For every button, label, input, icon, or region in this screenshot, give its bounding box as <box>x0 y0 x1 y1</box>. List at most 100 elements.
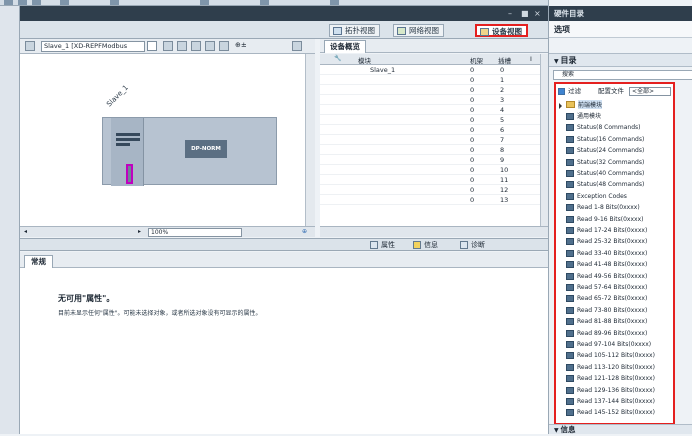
properties-icon <box>370 241 378 249</box>
table-row[interactable]: 09 <box>320 155 540 165</box>
tab-diagnostics[interactable]: 诊断 <box>460 240 485 250</box>
overview-hscroll[interactable] <box>320 226 548 237</box>
toolbar-icon[interactable] <box>330 0 339 5</box>
catalog-item[interactable]: Exception Codes <box>566 191 627 202</box>
device-icon <box>480 28 489 36</box>
dp-norm-module[interactable]: DP-NORM <box>185 140 227 158</box>
page-icon[interactable] <box>205 41 215 51</box>
filter-checkbox[interactable] <box>558 88 565 95</box>
catalog-item[interactable]: Read 137-144 Bits(0xxxx) <box>566 396 655 407</box>
zoom-fit-icon[interactable]: ⊕ <box>302 228 307 235</box>
catalog-item[interactable]: Read 33-40 Bits(0xxxx) <box>566 248 647 259</box>
options-section[interactable]: 选项 <box>549 21 692 38</box>
table-row[interactable]: 0 11 <box>320 175 540 185</box>
device-canvas[interactable]: Slave_1 DP-NORM <box>20 54 315 226</box>
catalog-item[interactable]: Read 113-120 Bits(0xxxx) <box>566 362 655 373</box>
catalog-item[interactable]: Read 97-104 Bits(0xxxx) <box>566 339 651 350</box>
table-row[interactable]: 04 <box>320 105 540 115</box>
tab-info[interactable]: 信息 <box>413 240 438 250</box>
column-module[interactable]: 模块 <box>358 55 371 65</box>
toolbar-icon[interactable] <box>60 0 69 5</box>
folder-label[interactable]: 前端模块 <box>578 100 603 109</box>
profile-select[interactable]: <全部> <box>629 87 671 96</box>
toolbar-icon[interactable] <box>4 0 13 5</box>
expand-icon[interactable] <box>559 103 562 109</box>
catalog-item[interactable]: Read 129-136 Bits(0xxxx) <box>566 385 655 396</box>
catalog-item[interactable]: Status(32 Commands) <box>566 157 644 168</box>
scroll-left-icon[interactable]: ◂ <box>24 228 27 235</box>
column-slot[interactable]: 插槽 <box>498 55 511 65</box>
column-io[interactable]: I <box>530 55 532 63</box>
device-icon[interactable] <box>25 41 35 51</box>
table-row[interactable]: Slave_1 0 0 <box>320 65 540 75</box>
table-row[interactable]: 08 <box>320 145 540 155</box>
catalog-item[interactable]: Read 49-56 Bits(0xxxx) <box>566 271 647 282</box>
toolbar-icon[interactable] <box>32 0 41 5</box>
module-icon <box>566 386 574 394</box>
tab-properties[interactable]: 属性 <box>370 240 395 250</box>
catalog-item[interactable]: Read 89-96 Bits(0xxxx) <box>566 328 647 339</box>
zoom-icon[interactable]: ⊕± <box>235 41 247 49</box>
table-row[interactable]: 0 13 <box>320 195 540 205</box>
column-rack[interactable]: 机架 <box>470 55 483 65</box>
table-row[interactable]: 03 <box>320 95 540 105</box>
device-select[interactable]: Slave_1 [XD-REPFModbus <box>41 41 145 52</box>
catalog-search-input[interactable]: 搜索 <box>553 70 692 80</box>
selected-slot[interactable] <box>126 164 133 184</box>
maximize-icon[interactable]: ■ <box>521 9 529 18</box>
head-module[interactable] <box>111 118 144 186</box>
catalog-item[interactable]: Read 17-24 Bits(0xxxx) <box>566 225 647 236</box>
catalog-item[interactable]: Status(40 Commands) <box>566 168 644 179</box>
table-icon[interactable] <box>219 41 229 51</box>
toolbar-icon[interactable] <box>18 0 27 5</box>
scroll-right-icon[interactable]: ▸ <box>138 228 141 235</box>
device-rack[interactable]: DP-NORM <box>102 117 277 186</box>
catalog-item[interactable]: Read 65-72 Bits(0xxxx) <box>566 293 647 304</box>
table-row[interactable]: 0 10 <box>320 165 540 175</box>
overview-toggle-icon[interactable] <box>292 41 302 51</box>
catalog-item[interactable]: Read 73-80 Bits(0xxxx) <box>566 305 647 316</box>
zoom-select[interactable]: 100% <box>148 228 242 237</box>
catalog-item[interactable]: Status(16 Commands) <box>566 134 644 145</box>
grid-icon[interactable] <box>177 41 187 51</box>
catalog-item-label: Read 9-16 Bits(0xxxx) <box>577 215 644 223</box>
tab-network-view[interactable]: 网络视图 <box>393 24 444 37</box>
table-row[interactable]: 02 <box>320 85 540 95</box>
catalog-item[interactable]: Read 81-88 Bits(0xxxx) <box>566 316 647 327</box>
catalog-item-label: Read 81-88 Bits(0xxxx) <box>577 318 648 326</box>
catalog-item[interactable]: 通用模块 <box>566 111 601 122</box>
close-icon[interactable]: × <box>534 9 541 18</box>
catalog-item[interactable]: Read 105-112 Bits(0xxxx) <box>566 350 655 361</box>
tab-device-view[interactable]: 设备视图 <box>475 24 528 37</box>
toolbar-icon[interactable] <box>110 0 119 5</box>
dropdown-icon[interactable] <box>147 41 157 51</box>
catalog-item[interactable]: Status(48 Commands) <box>566 179 644 190</box>
catalog-item[interactable]: Read 1-8 Bits(0xxxx) <box>566 202 640 213</box>
catalog-item[interactable]: Status(24 Commands) <box>566 145 644 156</box>
device-view-toolbar: Slave_1 [XD-REPFModbus ⊕± <box>20 39 315 54</box>
fit-icon[interactable] <box>191 41 201 51</box>
table-row[interactable]: 01 <box>320 75 540 85</box>
catalog-item[interactable]: Read 25-32 Bits(0xxxx) <box>566 236 647 247</box>
tab-device-overview[interactable]: 设备概览 <box>324 40 366 53</box>
catalog-item[interactable]: Read 57-64 Bits(0xxxx) <box>566 282 647 293</box>
catalog-item[interactable]: Status(8 Commands) <box>566 122 641 133</box>
tab-general[interactable]: 常规 <box>24 255 53 268</box>
table-row[interactable]: 06 <box>320 125 540 135</box>
minimize-icon[interactable]: – <box>508 9 512 18</box>
table-row[interactable]: 05 <box>320 115 540 125</box>
overview-scrollbar[interactable] <box>540 54 548 226</box>
toolbar-icon[interactable] <box>200 0 209 5</box>
canvas-scrollbar[interactable] <box>305 54 315 226</box>
properties-icon[interactable] <box>163 41 173 51</box>
catalog-item[interactable]: Read 121-128 Bits(0xxxx) <box>566 373 655 384</box>
info-section[interactable]: ▼ 信息 <box>549 424 692 434</box>
tab-topology-view[interactable]: 拓扑视图 <box>329 24 380 37</box>
toolbar-icon[interactable] <box>260 0 269 5</box>
table-row[interactable]: 07 <box>320 135 540 145</box>
catalog-item[interactable]: Read 145-152 Bits(0xxxx) <box>566 407 655 418</box>
catalog-item[interactable]: Read 41-48 Bits(0xxxx) <box>566 259 647 270</box>
catalog-section[interactable]: ▼ 目录 <box>549 53 692 67</box>
table-row[interactable]: 0 12 <box>320 185 540 195</box>
catalog-item[interactable]: Read 9-16 Bits(0xxxx) <box>566 214 643 225</box>
